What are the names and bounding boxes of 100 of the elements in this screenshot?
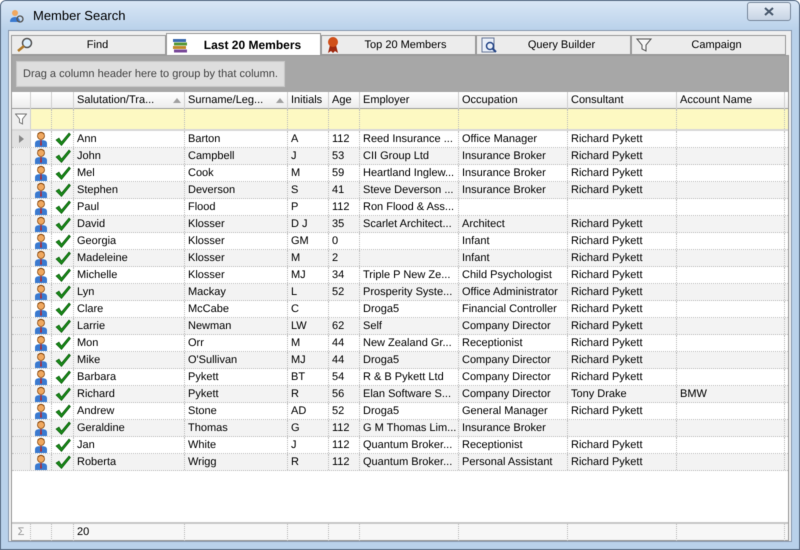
- row-indicator[interactable]: [12, 233, 31, 249]
- table-cell-text: M: [291, 250, 300, 266]
- person-icon: [34, 199, 48, 215]
- table-cell-text: Orr: [188, 336, 204, 351]
- table-cell-text: MJ: [291, 268, 306, 283]
- row-indicator[interactable]: [12, 369, 31, 385]
- table-cell-text: A: [291, 132, 298, 147]
- table-row[interactable]: Mel Cook M 59 Heartland Inglew... Insurance Broker Richard Pykett: [12, 165, 788, 182]
- tab[interactable]: Campaign: [631, 35, 786, 55]
- table-cell-text: CII Group Ltd: [363, 148, 430, 164]
- table-cell-text: LW: [291, 318, 307, 334]
- row-count: 20: [77, 525, 90, 540]
- table-cell-text: Company Director: [462, 318, 551, 334]
- row-indicator[interactable]: [12, 301, 31, 317]
- table-cell-text: 112: [332, 132, 350, 147]
- table-cell-text: Richard Pykett: [571, 318, 643, 334]
- row-indicator[interactable]: [12, 420, 31, 436]
- table-row[interactable]: Ann Barton A 112 Reed Insurance ... Office Manager Richard Pykett: [12, 131, 788, 148]
- table-cell-text: John: [77, 148, 101, 164]
- row-indicator[interactable]: [12, 284, 31, 300]
- table-row[interactable]: Lyn Mackay L 52 Prosperity Syste... Office Administrator Richard Pykett: [12, 284, 788, 301]
- table-cell-text: New Zealand Gr...: [363, 336, 452, 351]
- table-cell-text: 35: [332, 216, 344, 232]
- person-icon: [34, 403, 48, 419]
- row-indicator[interactable]: [12, 437, 31, 453]
- table-cell-text: Reed Insurance ...: [363, 132, 453, 147]
- table-cell-text: Company Director: [462, 352, 551, 368]
- table-cell-text: Klosser: [188, 250, 225, 266]
- table-row[interactable]: David Klosser D J 35 Scarlet Architect... Architect Richard Pykett: [12, 216, 788, 233]
- row-indicator[interactable]: [12, 131, 31, 147]
- table-cell-text: Deverson: [188, 182, 236, 198]
- table-cell-text: AD: [291, 404, 306, 419]
- table-row[interactable]: Mon Orr M 44 New Zealand Gr... Receptionist Richard Pykett: [12, 335, 788, 352]
- table-row[interactable]: Mike O'Sullivan MJ 44 Droga5 Company Director Richard Pykett: [12, 352, 788, 369]
- table-cell-text: Heartland Inglew...: [363, 166, 454, 181]
- table-row[interactable]: Clare McCabe C Droga5 Financial Controller Richard Pykett: [12, 301, 788, 318]
- table-cell-text: 112: [332, 438, 350, 453]
- person-icon: [34, 131, 48, 147]
- table-cell-text: Klosser: [188, 234, 225, 249]
- tab[interactable]: Top 20 Members: [321, 35, 476, 55]
- tab[interactable]: Last 20 Members: [166, 33, 321, 55]
- close-icon: [764, 7, 774, 16]
- table-cell-text: Richard Pykett: [571, 438, 643, 453]
- filter-row[interactable]: [12, 109, 788, 131]
- table-cell-text: Thomas: [188, 420, 228, 436]
- row-indicator[interactable]: [12, 216, 31, 232]
- table-cell-text: 44: [332, 352, 344, 368]
- table-cell-text: Richard Pykett: [571, 166, 643, 181]
- table-row[interactable]: Stephen Deverson S 41 Steve Deverson ... Insurance Broker Richard Pykett: [12, 182, 788, 199]
- table-cell-text: Richard Pykett: [571, 404, 643, 419]
- table-cell-text: Richard Pykett: [571, 302, 643, 317]
- table-cell-text: Madeleine: [77, 250, 128, 266]
- row-indicator[interactable]: [12, 386, 31, 402]
- row-indicator[interactable]: [12, 318, 31, 334]
- table-cell-text: 0: [332, 234, 338, 249]
- table-cell-text: 44: [332, 336, 344, 351]
- table-row[interactable]: Andrew Stone AD 52 Droga5 General Manager Richard Pykett: [12, 403, 788, 420]
- table-cell-text: Triple P New Ze...: [363, 268, 450, 283]
- person-icon: [34, 165, 48, 181]
- people-search-icon: [9, 8, 25, 24]
- table-row[interactable]: Madeleine Klosser M 2 Infant Richard Pykett: [12, 250, 788, 267]
- table-cell-text: Receptionist: [462, 336, 523, 351]
- table-row[interactable]: Paul Flood P 112 Ron Flood & Ass...: [12, 199, 788, 216]
- person-icon: [34, 233, 48, 249]
- row-indicator[interactable]: [12, 148, 31, 164]
- row-indicator[interactable]: [12, 267, 31, 283]
- filter-icon: [15, 113, 27, 125]
- table-cell-text: Mike: [77, 352, 100, 368]
- row-indicator[interactable]: [12, 199, 31, 215]
- row-indicator[interactable]: [12, 250, 31, 266]
- close-button[interactable]: [747, 2, 791, 21]
- row-indicator[interactable]: [12, 165, 31, 181]
- table-row[interactable]: Jan White J 112 Quantum Broker... Receptionist Richard Pykett: [12, 437, 788, 454]
- table-cell-text: Insurance Broker: [462, 182, 546, 198]
- table-cell-text: Klosser: [188, 268, 225, 283]
- table-cell-text: Clare: [77, 302, 104, 317]
- row-indicator[interactable]: [12, 403, 31, 419]
- table-cell-text: 59: [332, 166, 344, 181]
- table-cell-text: BMW: [680, 386, 707, 402]
- table-row[interactable]: John Campbell J 53 CII Group Ltd Insurance Broker Richard Pykett: [12, 148, 788, 165]
- table-cell-text: Insurance Broker: [462, 148, 546, 164]
- row-indicator[interactable]: [12, 352, 31, 368]
- sort-arrow-icon: [276, 98, 284, 103]
- table-cell-text: Receptionist: [462, 438, 523, 453]
- table-row[interactable]: Geraldine Thomas G 112 G M Thomas Lim... Insurance Broker: [12, 420, 788, 437]
- table-cell-text: L: [291, 284, 298, 300]
- table-row[interactable]: Roberta Wrigg R 112 Quantum Broker... Personal Assistant Richard Pykett: [12, 454, 788, 471]
- table-row[interactable]: Richard Pykett R 56 Elan Software S... Company Director Tony Drake BMW: [12, 386, 788, 403]
- table-row[interactable]: Georgia Klosser GM 0 Infant Richard Pykett: [12, 233, 788, 250]
- table-row[interactable]: Barbara Pykett BT 54 R & B Pykett Ltd Company Director Richard Pykett: [12, 369, 788, 386]
- row-indicator[interactable]: [12, 454, 31, 470]
- table-row[interactable]: Michelle Klosser MJ 34 Triple P New Ze... Child Psychologist Richard Pykett: [12, 267, 788, 284]
- row-indicator[interactable]: [12, 182, 31, 198]
- row-indicator[interactable]: [12, 335, 31, 351]
- tab[interactable]: Find: [11, 35, 166, 55]
- table-cell-text: G M Thomas Lim...: [363, 420, 456, 436]
- table-cell-text: Richard Pykett: [571, 370, 643, 385]
- table-row[interactable]: Larrie Newman LW 62 Self Company Director Richard Pykett: [12, 318, 788, 335]
- tab[interactable]: Query Builder: [476, 35, 631, 55]
- table-cell-text: Cook: [188, 166, 214, 181]
